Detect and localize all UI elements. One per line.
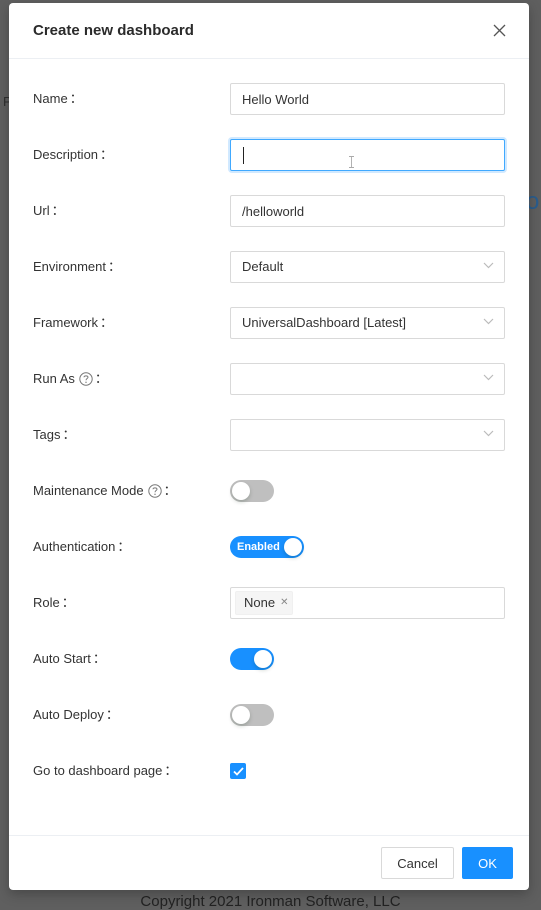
auto-deploy-switch[interactable] [230,704,274,726]
url-label: Url： [33,203,65,218]
form-row-run-as: Run As ： [9,363,529,395]
framework-label: Framework： [33,315,114,330]
text-caret [243,147,244,164]
url-input[interactable] [230,195,505,227]
chevron-down-icon [483,430,494,437]
go-to-dashboard-label: Go to dashboard page： [33,763,178,778]
check-icon [232,766,244,776]
form-row-framework: Framework： UniversalDashboard [Latest] [9,307,529,339]
description-label: Description： [33,147,114,162]
modal-title: Create new dashboard [33,22,194,39]
form-row-maintenance-mode: Maintenance Mode ： [9,475,529,507]
form-row-role: Role： None ✕ [9,587,529,619]
environment-label: Environment： [33,259,121,274]
auto-start-switch[interactable] [230,648,274,670]
auto-deploy-label: Auto Deploy： [33,707,119,722]
form-row-description: Description： [9,139,529,171]
text-cursor-icon [349,156,354,168]
question-circle-icon[interactable] [79,372,93,386]
tag-close-icon[interactable]: ✕ [280,592,288,614]
role-label: Role： [33,595,75,610]
switch-knob [232,482,250,500]
authentication-switch-text: Enabled [237,541,280,553]
form-row-tags: Tags： [9,419,529,451]
chevron-down-icon [483,318,494,325]
description-input[interactable] [230,139,505,171]
tags-select[interactable] [230,419,505,451]
form-row-name: Name： [9,83,529,115]
run-as-select[interactable] [230,363,505,395]
close-icon [493,24,505,37]
form-row-auto-start: Auto Start： [9,643,529,675]
run-as-label: Run As ： [33,371,108,386]
modal-header: Create new dashboard [9,3,529,59]
switch-knob [284,538,302,556]
cancel-button[interactable]: Cancel [381,847,454,879]
create-dashboard-modal: Create new dashboard Name： Description： … [9,3,529,890]
form-row-go-to-dashboard: Go to dashboard page： [9,755,529,787]
ok-button[interactable]: OK [462,847,513,879]
name-input[interactable] [230,83,505,115]
auto-start-label: Auto Start： [33,651,106,666]
authentication-label: Authentication： [33,539,131,554]
switch-knob [232,706,250,724]
role-multiselect[interactable]: None ✕ [230,587,505,619]
switch-knob [254,650,272,668]
form-row-auto-deploy: Auto Deploy： [9,699,529,731]
authentication-switch[interactable]: Enabled [230,536,304,558]
form-row-environment: Environment： Default [9,251,529,283]
framework-value: UniversalDashboard [Latest] [242,315,407,330]
close-button[interactable] [489,21,509,41]
environment-select[interactable]: Default [230,251,505,283]
tags-label: Tags： [33,427,76,442]
role-tag-label: None [244,595,276,610]
chevron-down-icon [483,262,494,269]
environment-value: Default [242,259,284,274]
role-tag: None ✕ [235,591,294,615]
maintenance-mode-label: Maintenance Mode ： [33,483,177,498]
maintenance-mode-switch[interactable] [230,480,274,502]
chevron-down-icon [483,374,494,381]
framework-select[interactable]: UniversalDashboard [Latest] [230,307,505,339]
go-to-dashboard-checkbox[interactable] [230,763,246,779]
question-circle-icon[interactable] [147,484,162,498]
form-row-authentication: Authentication： Enabled [9,531,529,563]
name-label: Name： [33,91,83,106]
form-row-url: Url： [9,195,529,227]
background-footer: Copyright 2021 Ironman Software, LLC [140,893,401,910]
modal-footer: Cancel OK [9,835,529,890]
